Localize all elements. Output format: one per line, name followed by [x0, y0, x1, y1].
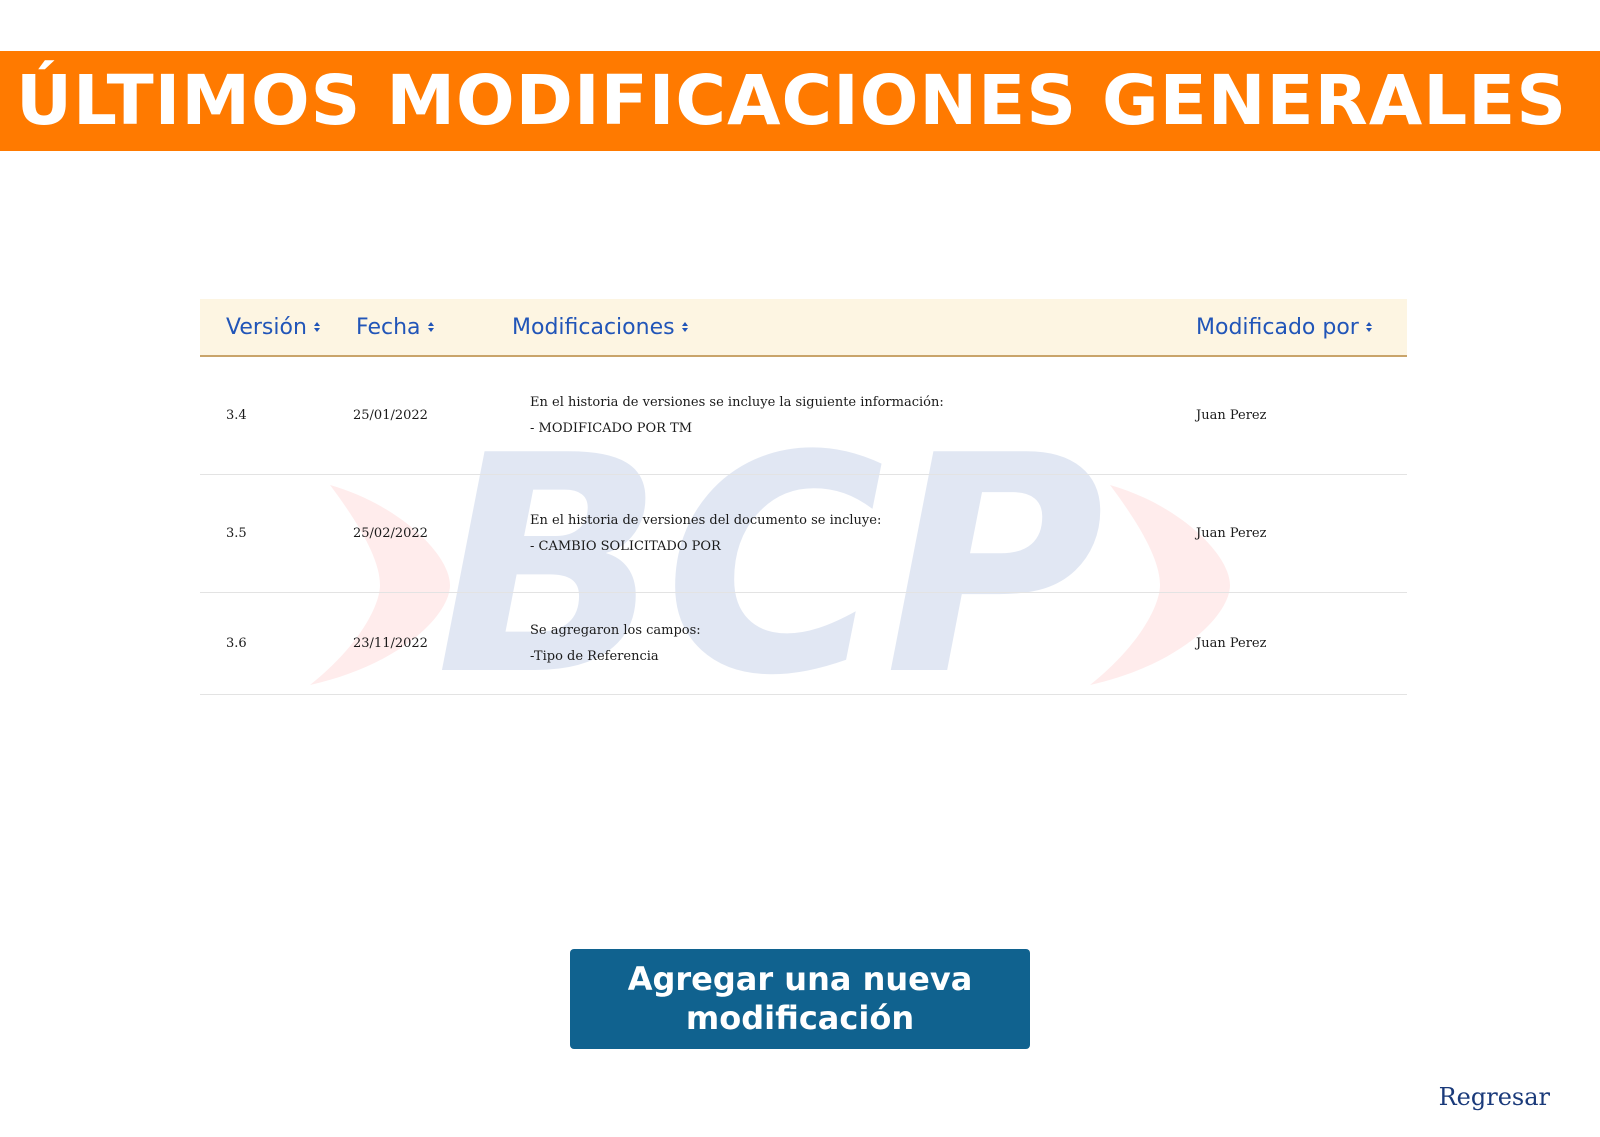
sort-icon[interactable]: [681, 320, 689, 334]
modification-line: - MODIFICADO POR TM: [530, 420, 693, 436]
column-header-version[interactable]: Versión: [226, 299, 321, 355]
table-row: 3.5 25/02/2022 En el historia de version…: [200, 475, 1407, 593]
title-banner: ÚLTIMOS MODIFICACIONES GENERALES: [0, 51, 1600, 151]
back-link[interactable]: Regresar: [1439, 1083, 1550, 1111]
column-header-label: Modificaciones: [512, 314, 675, 340]
cell-version: 3.5: [226, 526, 247, 541]
sort-icon[interactable]: [427, 320, 435, 334]
column-header-label: Versión: [226, 314, 307, 340]
cell-modificaciones: En el historia de versiones se incluye l…: [530, 357, 944, 474]
sort-icon[interactable]: [313, 320, 321, 334]
table-row: 3.4 25/01/2022 En el historia de version…: [200, 357, 1407, 475]
cell-fecha: 23/11/2022: [353, 636, 428, 651]
modification-line: En el historia de versiones se incluye l…: [530, 394, 944, 410]
column-header-label: Modificado por: [1196, 314, 1359, 340]
column-header-fecha[interactable]: Fecha: [356, 299, 435, 355]
modifications-table: Versión Fecha Modificaciones Modificado …: [200, 299, 1407, 695]
column-header-label: Fecha: [356, 314, 421, 340]
cell-fecha: 25/01/2022: [353, 408, 428, 423]
cell-version: 3.4: [226, 408, 247, 423]
cell-fecha: 25/02/2022: [353, 526, 428, 541]
cell-modificado-por: Juan Perez: [1196, 636, 1267, 651]
table-header: Versión Fecha Modificaciones Modificado …: [200, 299, 1407, 357]
cell-modificaciones: Se agregaron los campos: -Tipo de Refere…: [530, 593, 701, 694]
table-row: 3.6 23/11/2022 Se agregaron los campos: …: [200, 593, 1407, 695]
cell-modificado-por: Juan Perez: [1196, 408, 1267, 423]
add-modification-button[interactable]: Agregar una nueva modificación: [570, 949, 1030, 1049]
modification-line: En el historia de versiones del document…: [530, 512, 882, 528]
modification-line: - CAMBIO SOLICITADO POR: [530, 538, 721, 554]
column-header-modificado-por[interactable]: Modificado por: [1196, 299, 1373, 355]
cell-modificado-por: Juan Perez: [1196, 526, 1267, 541]
modification-line: -Tipo de Referencia: [530, 648, 659, 664]
cell-modificaciones: En el historia de versiones del document…: [530, 475, 881, 592]
modification-line: Se agregaron los campos:: [530, 622, 701, 638]
sort-icon[interactable]: [1365, 320, 1373, 334]
page-title: ÚLTIMOS MODIFICACIONES GENERALES: [16, 60, 1568, 141]
cell-version: 3.6: [226, 636, 247, 651]
column-header-modificaciones[interactable]: Modificaciones: [512, 299, 689, 355]
